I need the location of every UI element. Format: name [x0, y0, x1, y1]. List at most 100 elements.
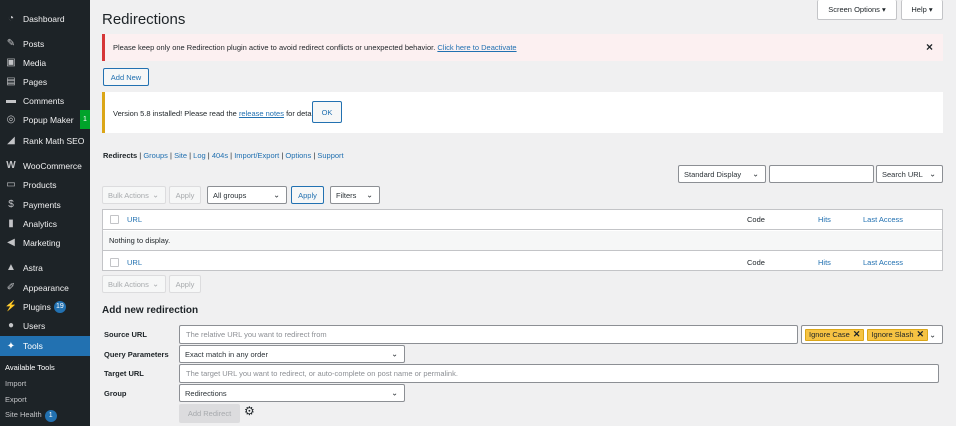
last-access-column-header[interactable]: Last Access [863, 215, 903, 224]
payments-icon: $ [8, 199, 14, 210]
submenu-import[interactable]: Import [5, 379, 26, 388]
last-access-column-footer[interactable]: Last Access [863, 258, 903, 267]
marketing-icon: ◀ [7, 237, 15, 248]
screen-options-button[interactable]: Screen Options ▾ [817, 0, 897, 20]
sidebar-item-products[interactable]: ▭ Products [0, 175, 90, 194]
target-url-input[interactable]: The target URL you want to redirect, or … [179, 364, 939, 383]
remove-tag-icon[interactable]: ✕ [917, 329, 925, 340]
remove-tag-icon[interactable]: ✕ [853, 329, 861, 340]
dashboard-icon: ◔ [7, 13, 15, 24]
display-select[interactable]: Standard Display ⌄ [678, 165, 766, 183]
bulk-apply-button[interactable]: Apply [169, 186, 201, 204]
close-icon[interactable]: × [926, 40, 933, 54]
plugins-icon: ⚡ [4, 301, 18, 312]
analytics-icon: ▮ [8, 218, 14, 229]
ignore-slash-tag[interactable]: Ignore Slash ✕ [867, 328, 929, 341]
sidebar-item-pages[interactable]: ▤ Pages [0, 72, 90, 91]
sidebar-item-woocommerce[interactable]: W WooCommerce [0, 156, 90, 175]
submenu-site-health[interactable]: Site Health 1 [5, 410, 57, 422]
popup-icon: ◎ [6, 114, 16, 125]
sidebar-item-analytics[interactable]: ▮ Analytics [0, 214, 90, 233]
sidebar-item-plugins[interactable]: ⚡ Plugins 19 [0, 297, 90, 316]
query-parameters-select[interactable]: Exact match in any order ⌄ [179, 345, 405, 363]
sidebar-item-media[interactable]: ▣ Media [0, 53, 90, 72]
filters-select[interactable]: Filters ⌄ [330, 186, 380, 204]
empty-message: Nothing to display. [109, 236, 171, 245]
sidebar-item-users[interactable]: ● Users [0, 316, 90, 335]
sidebar-item-popup-maker[interactable]: ◎ Popup Maker 1 [0, 110, 90, 129]
release-notes-link[interactable]: release notes [239, 109, 284, 118]
sidebar-item-marketing[interactable]: ◀ Marketing [0, 233, 90, 252]
select-all-checkbox[interactable] [110, 215, 119, 224]
select-all-checkbox-footer[interactable] [110, 257, 119, 267]
query-parameters-label: Query Parameters [104, 350, 169, 359]
subnav-support[interactable]: Support [317, 151, 343, 160]
users-icon: ● [7, 320, 15, 331]
chevron-down-icon: ⌄ [366, 190, 373, 200]
woocommerce-icon: W [6, 160, 16, 171]
search-url-select[interactable]: Search URL ⌄ [876, 165, 943, 183]
source-options-select[interactable]: Ignore Case ✕ Ignore Slash ✕ ⌄ [801, 325, 943, 344]
sidebar-item-dashboard[interactable]: ◔ Dashboard [0, 9, 90, 28]
table-footer-row: URL Code Hits Last Access [103, 252, 942, 272]
chevron-down-icon: ⌄ [152, 279, 159, 289]
target-url-label: Target URL [104, 369, 144, 378]
version-notice: Version 5.8 installed! Please read the r… [102, 92, 943, 133]
bottom-apply-button[interactable]: Apply [169, 275, 201, 293]
subnav-redirects[interactable]: Redirects [103, 151, 137, 160]
astra-icon: ▲ [6, 262, 16, 273]
ok-button[interactable]: OK [312, 101, 342, 123]
subnav-groups[interactable]: Groups [143, 151, 168, 160]
add-redirection-heading: Add new redirection [102, 305, 199, 316]
url-column-header[interactable]: URL [127, 215, 142, 224]
appearance-icon: ✐ [6, 282, 16, 293]
help-button[interactable]: Help ▾ [901, 0, 943, 20]
submenu-export[interactable]: Export [5, 395, 27, 404]
source-url-input[interactable]: The relative URL you want to redirect fr… [179, 325, 798, 344]
subnav-options[interactable]: Options [285, 151, 311, 160]
sidebar-item-astra[interactable]: ▲ Astra [0, 258, 90, 277]
code-column-footer: Code [747, 257, 765, 267]
search-input[interactable] [769, 165, 874, 183]
deactivate-link[interactable]: Click here to Deactivate [437, 43, 516, 52]
subnav-404s[interactable]: 404s [212, 151, 228, 160]
sidebar-item-appearance[interactable]: ✐ Appearance [0, 278, 90, 297]
hits-column-footer[interactable]: Hits [818, 258, 831, 267]
groups-select[interactable]: All groups ⌄ [207, 186, 287, 204]
groups-apply-button[interactable]: Apply [291, 186, 324, 204]
bulk-actions-select[interactable]: Bulk Actions ⌄ [102, 186, 166, 204]
popup-maker-badge: 1 [80, 110, 90, 129]
sidebar-item-posts[interactable]: ✎ Posts [0, 34, 90, 53]
hits-column-header[interactable]: Hits [818, 215, 831, 224]
empty-row: Nothing to display. [103, 231, 942, 251]
pin-icon: ✎ [6, 38, 16, 49]
subnav-site[interactable]: Site [174, 151, 187, 160]
comments-icon: ▬ [6, 95, 16, 106]
sidebar-item-payments[interactable]: $ Payments [0, 195, 90, 214]
subnav-import-export[interactable]: Import/Export [234, 151, 279, 160]
code-column-header: Code [747, 215, 765, 224]
page-title: Redirections [102, 11, 186, 28]
group-label: Group [104, 389, 127, 398]
bottom-bulk-actions-select[interactable]: Bulk Actions ⌄ [102, 275, 166, 293]
ignore-case-tag[interactable]: Ignore Case ✕ [805, 328, 865, 341]
add-redirect-button[interactable]: Add Redirect [179, 404, 240, 423]
conflict-notice: Please keep only one Redirection plugin … [102, 34, 943, 61]
gear-icon[interactable]: ⚙ [244, 404, 255, 418]
chevron-down-icon: ⌄ [929, 330, 936, 339]
add-new-button[interactable]: Add New [103, 68, 149, 86]
chevron-down-icon: ⌄ [152, 190, 159, 200]
submenu-available-tools[interactable]: Available Tools [5, 363, 55, 372]
url-column-footer[interactable]: URL [127, 258, 142, 267]
subnav-log[interactable]: Log [193, 151, 206, 160]
media-icon: ▣ [6, 57, 16, 68]
sidebar-item-tools[interactable]: ✦ Tools [0, 336, 90, 356]
sidebar-item-rank-math[interactable]: ◢ Rank Math SEO [0, 131, 90, 150]
table-header-row: URL Code Hits Last Access [103, 210, 942, 230]
site-health-badge: 1 [44, 410, 57, 422]
pages-icon: ▤ [6, 76, 16, 87]
group-select[interactable]: Redirections ⌄ [179, 384, 405, 402]
rankmath-icon: ◢ [7, 135, 15, 146]
subnav: Redirects | Groups | Site | Log | 404s |… [103, 151, 344, 160]
sidebar-item-comments[interactable]: ▬ Comments [0, 91, 90, 110]
